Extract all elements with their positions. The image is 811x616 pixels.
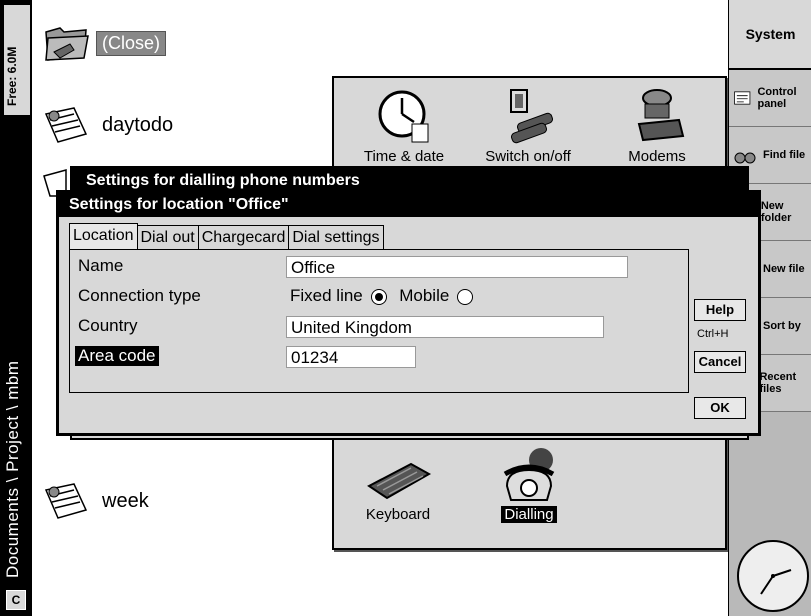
status-strip: Free: 6.0M Documents \ Project \ mbm C	[0, 0, 32, 616]
keyboard-icon	[367, 462, 432, 500]
file-label: daytodo	[102, 113, 174, 136]
control-panel-item-switch-on-off[interactable]: Switch on/off	[464, 84, 592, 165]
connection-options: Fixed line Mobile	[290, 286, 474, 306]
area-code-field[interactable]: 01234	[286, 346, 416, 368]
connection-type-label: Connection type	[78, 286, 201, 305]
tab-dial-settings[interactable]: Dial settings	[288, 225, 384, 249]
batteries-icon	[510, 89, 553, 144]
file-label: week	[102, 489, 149, 512]
free-space-label: Free: 6.0M	[5, 46, 19, 106]
sidebar-item-label: New file	[763, 263, 805, 275]
name-label: Name	[78, 256, 124, 275]
folder-path[interactable]: Documents \ Project \ mbm	[3, 360, 23, 578]
control-panel-icon	[734, 91, 751, 105]
control-panel-item-label: Keyboard	[365, 506, 431, 523]
clock-icon	[378, 90, 429, 143]
name-field[interactable]: Office	[286, 256, 628, 278]
sidebar-item-label: New folder	[760, 200, 792, 224]
control-panel-item-label: Modems	[628, 148, 686, 165]
fixed-line-label: Fixed line	[290, 286, 363, 305]
ok-button[interactable]: OK	[694, 397, 746, 419]
clock-icon[interactable]	[737, 540, 809, 612]
binoculars-icon	[734, 152, 756, 164]
cancel-button[interactable]: Cancel	[694, 351, 746, 373]
control-panel-item-label: Switch on/off	[485, 148, 571, 165]
control-panel-item-label: Time & date	[363, 148, 445, 165]
control-panel-item-label: Dialling	[501, 506, 557, 523]
dialog-title: Settings for dialling phone numbers	[72, 168, 747, 190]
folder-icon	[45, 27, 89, 61]
agenda-file-icon	[44, 483, 88, 519]
tab-dial-out[interactable]: Dial out	[136, 225, 199, 249]
fixed-line-option[interactable]: Fixed line	[290, 286, 391, 305]
sidebar-item-label: Find file	[763, 149, 806, 161]
agenda-file-icon	[44, 107, 88, 143]
drive-c-icon[interactable]: C	[6, 590, 26, 610]
file-entry-daytodo[interactable]: daytodo	[40, 102, 173, 148]
help-shortcut: Ctrl+H	[697, 328, 729, 340]
file-entry-close[interactable]: (Close)	[40, 20, 167, 66]
tab-chargecard[interactable]: Chargecard	[197, 225, 290, 249]
mobile-option[interactable]: Mobile	[399, 286, 474, 305]
control-panel-item-keyboard[interactable]: Keyboard	[348, 446, 448, 523]
location-settings-dialog: Settings for location "Office" Location …	[56, 190, 761, 436]
dialog-title: Settings for location "Office"	[59, 193, 758, 217]
country-label: Country	[78, 316, 138, 335]
area-code-label: Area code	[75, 346, 159, 366]
tab-location[interactable]: Location	[69, 223, 138, 249]
telephone-icon	[503, 448, 555, 501]
sidebar-item-control-panel[interactable]: Control panel	[729, 70, 811, 127]
file-entry-week[interactable]: week	[40, 478, 149, 524]
fixed-line-radio[interactable]	[370, 288, 387, 305]
sidebar-item-label: Control panel	[757, 86, 797, 110]
control-panel-item-dialling[interactable]: Dialling	[484, 446, 574, 523]
mobile-label: Mobile	[399, 286, 450, 305]
modem-icon	[637, 89, 685, 142]
help-button[interactable]: Help	[694, 299, 746, 321]
file-label: (Close)	[96, 30, 167, 56]
sidebar-item-label: Sort by	[763, 320, 801, 332]
control-panel-item-time-date[interactable]: Time & date	[348, 84, 460, 165]
control-panel-item-modems[interactable]: Modems	[602, 84, 712, 165]
sidebar-item-label: Recent files	[759, 371, 797, 395]
country-field[interactable]: United Kingdom	[286, 316, 604, 338]
tab-panel-location: Name Office Connection type Fixed line M…	[69, 249, 689, 393]
mobile-radio[interactable]	[457, 288, 474, 305]
system-button[interactable]: System	[729, 0, 811, 70]
tab-bar: Location Dial out Chargecard Dial settin…	[69, 223, 384, 249]
clock-face	[760, 569, 792, 595]
